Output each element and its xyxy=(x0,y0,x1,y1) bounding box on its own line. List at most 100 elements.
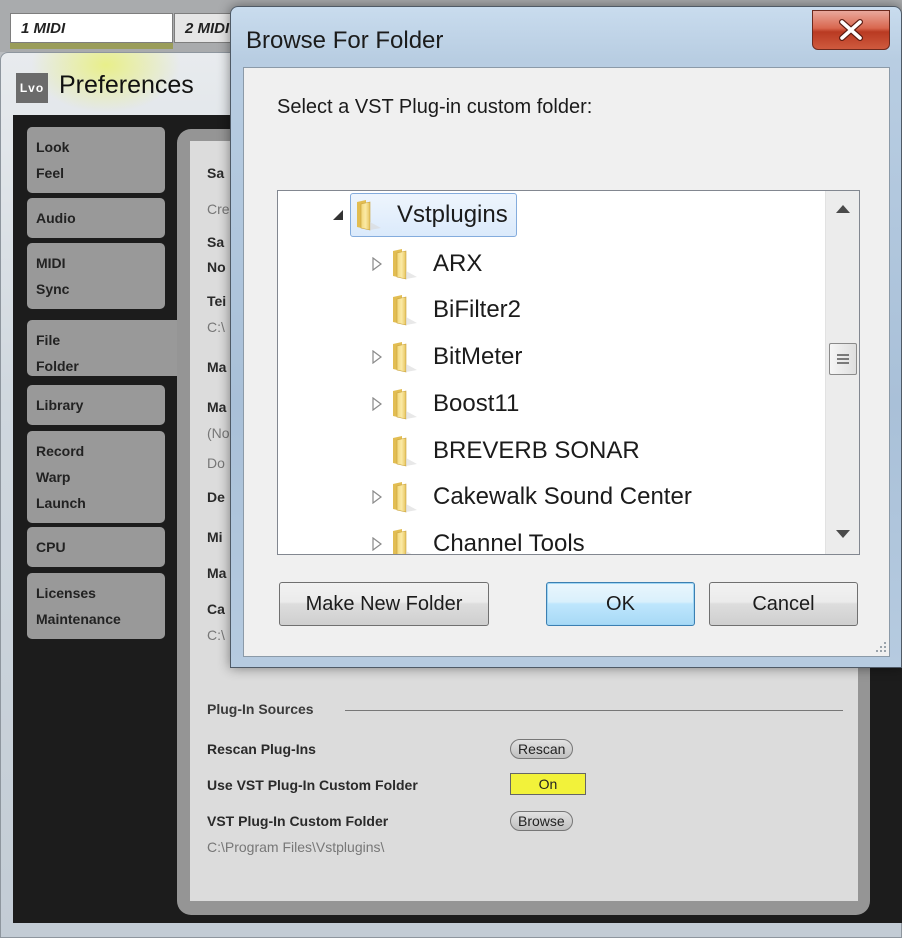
obscured-row-text: Cre xyxy=(207,201,230,217)
close-button[interactable] xyxy=(812,10,890,50)
nav-tab-label: Folder xyxy=(36,358,79,374)
live-logo-icon: Lvo xyxy=(16,73,48,103)
dialog-prompt: Select a VST Plug-in custom folder: xyxy=(277,96,593,118)
nav-tab-label: MIDI xyxy=(36,255,66,271)
folder-tree[interactable]: Vstplugins ARX BiFilter2 BitMeter Boost11 BRE… xyxy=(277,190,860,555)
folder-name: Boost11 xyxy=(433,389,520,417)
folder-tree-item[interactable]: BiFilter2 xyxy=(368,288,521,332)
folder-name: ARX xyxy=(433,249,483,277)
nav-tab-label: Launch xyxy=(36,495,86,511)
use-vst-custom-folder-label: Use VST Plug-In Custom Folder xyxy=(207,777,418,793)
scroll-thumb[interactable] xyxy=(829,343,857,375)
folder-icon xyxy=(389,527,421,554)
tree-collapsed-icon[interactable] xyxy=(368,394,386,414)
folder-tree-item[interactable]: ARX xyxy=(368,242,482,286)
nav-tab-audio[interactable]: Audio xyxy=(27,198,165,238)
nav-tab-label: Look xyxy=(36,139,70,155)
nav-tab-label: Library xyxy=(36,397,84,413)
folder-icon xyxy=(389,480,421,514)
tree-scrollbar[interactable] xyxy=(825,191,859,554)
cancel-button[interactable]: Cancel xyxy=(709,582,858,626)
vst-custom-folder-label: VST Plug-In Custom Folder xyxy=(207,813,389,829)
scroll-up-button[interactable] xyxy=(834,202,852,216)
nav-tab-label: Feel xyxy=(36,165,65,181)
close-icon xyxy=(839,19,863,41)
scroll-down-button[interactable] xyxy=(834,527,852,541)
folder-name: BiFilter2 xyxy=(433,296,522,324)
nav-tab-licenses-maintenance[interactable]: Licenses Maintenance xyxy=(27,573,165,639)
tree-collapsed-icon[interactable] xyxy=(368,534,386,554)
folder-tree-item[interactable]: BitMeter xyxy=(368,335,522,379)
folder-tree-item[interactable]: Vstplugins xyxy=(333,193,517,237)
folder-tree-item[interactable]: Cakewalk Sound Center xyxy=(368,475,692,519)
obscured-row-text: Sa xyxy=(207,234,225,250)
browse-button[interactable]: Browse xyxy=(510,811,573,831)
obscured-row-text: Ma xyxy=(207,565,227,581)
obscured-row-text: Ma xyxy=(207,359,227,375)
track-header-1[interactable]: 1 MIDI xyxy=(10,13,173,43)
plugin-sources-title: Plug-In Sources xyxy=(207,701,314,717)
scroll-down-icon xyxy=(836,530,850,538)
ok-button[interactable]: OK xyxy=(546,582,695,626)
folder-icon xyxy=(389,434,421,468)
tree-expanded-icon[interactable] xyxy=(329,205,347,225)
nav-tab-label: Maintenance xyxy=(36,611,121,627)
dialog-title: Browse For Folder xyxy=(246,27,444,54)
folder-name: BitMeter xyxy=(433,343,523,371)
folder-tree-item[interactable]: BREVERB SONAR xyxy=(368,429,640,473)
resize-grip-icon[interactable] xyxy=(873,640,887,654)
nav-tab-record-warp-launch[interactable]: Record Warp Launch xyxy=(27,431,165,523)
nav-tab-library[interactable]: Library xyxy=(27,385,165,425)
obscured-row-text: No xyxy=(207,259,226,275)
folder-tree-item[interactable]: Channel Tools xyxy=(368,522,585,555)
nav-tab-label: Audio xyxy=(36,210,76,226)
obscured-row-text: Ca xyxy=(207,601,225,617)
nav-tab-label: Warp xyxy=(36,469,71,485)
obscured-row-text: C:\ xyxy=(207,319,225,335)
folder-icon xyxy=(389,387,421,421)
dialog-client-area: Select a VST Plug-in custom folder: Vstp… xyxy=(243,67,890,657)
preferences-title: Preferences xyxy=(59,71,194,99)
track-selection-bar xyxy=(10,43,173,49)
folder-name: BREVERB SONAR xyxy=(433,436,640,464)
vst-custom-folder-path: C:\Program Files\Vstplugins\ xyxy=(207,839,385,855)
nav-tab-look-feel[interactable]: Look Feel xyxy=(27,127,165,193)
obscured-row-text: Do xyxy=(207,455,225,471)
folder-tree-item[interactable]: Boost11 xyxy=(368,382,519,426)
folder-icon xyxy=(389,340,421,374)
obscured-row-text: Ma xyxy=(207,399,227,415)
obscured-row-text: Tei xyxy=(207,293,227,309)
nav-tab-label: Sync xyxy=(36,281,70,297)
nav-tab-label: File xyxy=(36,332,61,348)
obscured-row-text: C:\ xyxy=(207,627,225,643)
folder-icon xyxy=(389,247,421,281)
section-divider xyxy=(345,710,843,711)
nav-tab-label: Licenses xyxy=(36,585,96,601)
obscured-row-text: De xyxy=(207,489,225,505)
nav-tab-label: CPU xyxy=(36,539,66,555)
tree-collapsed-icon[interactable] xyxy=(368,254,386,274)
obscured-row-text: Sa xyxy=(207,165,225,181)
obscured-row-text: (No xyxy=(207,425,230,441)
obscured-row-text: Mi xyxy=(207,529,223,545)
folder-icon xyxy=(389,293,421,327)
nav-tab-cpu[interactable]: CPU xyxy=(27,527,165,567)
folder-name: Cakewalk Sound Center xyxy=(433,483,692,511)
folder-name: Channel Tools xyxy=(433,529,585,555)
tree-collapsed-icon[interactable] xyxy=(368,347,386,367)
nav-tab-label: Record xyxy=(36,443,85,459)
browse-for-folder-dialog: Browse For Folder Select a VST Plug-in c… xyxy=(230,6,902,668)
nav-tab-file-folder[interactable]: File Folder xyxy=(27,320,187,376)
rescan-button[interactable]: Rescan xyxy=(510,739,574,759)
folder-icon xyxy=(353,198,385,232)
tree-collapsed-icon[interactable] xyxy=(368,487,386,507)
make-new-folder-button[interactable]: Make New Folder xyxy=(279,582,489,626)
nav-tab-midi-sync[interactable]: MIDI Sync xyxy=(27,243,165,309)
grip-lines-icon xyxy=(837,354,849,364)
folder-name: Vstplugins xyxy=(397,201,508,228)
rescan-plugins-label: Rescan Plug-Ins xyxy=(207,741,316,757)
use-vst-custom-folder-toggle[interactable]: On xyxy=(510,773,586,795)
scroll-up-icon xyxy=(836,205,850,213)
